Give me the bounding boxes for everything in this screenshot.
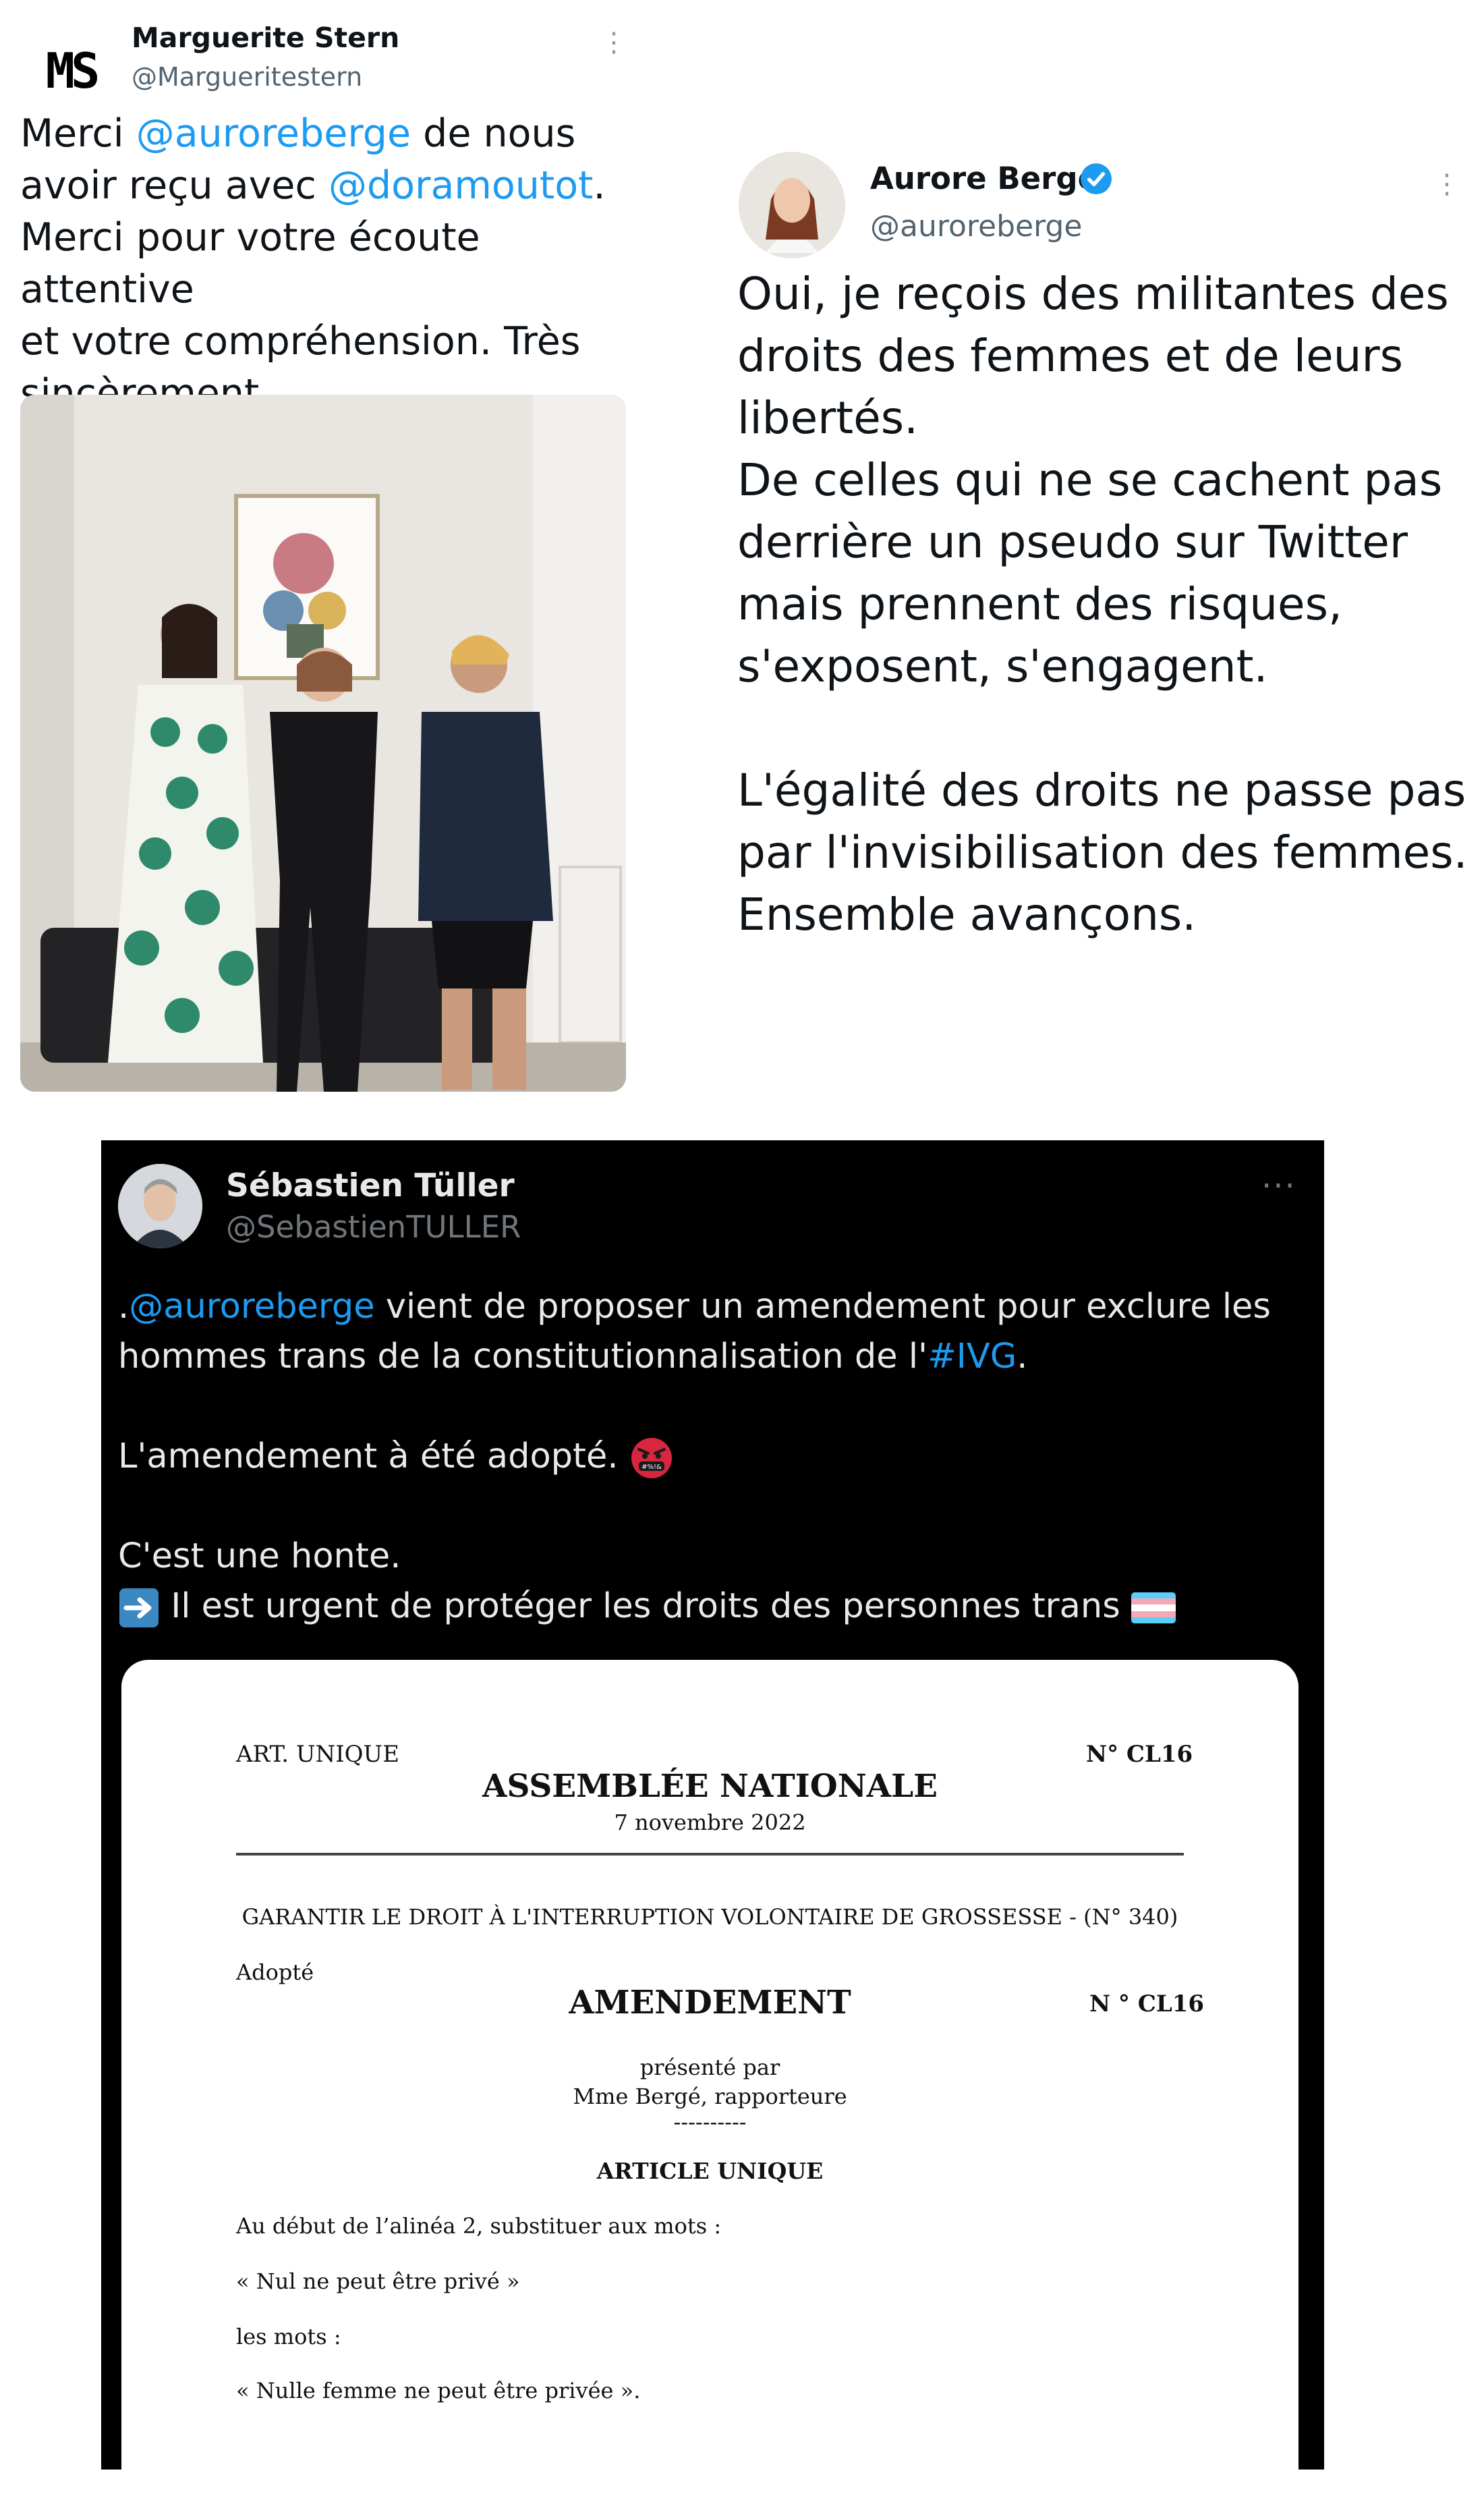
tweet-text-line: L'égalité des droits ne passe pas	[737, 764, 1466, 816]
doc-body-line: « Nulle femme ne peut être privée ».	[236, 2378, 641, 2403]
more-options-icon[interactable]: ···	[1261, 1167, 1296, 1205]
avatar[interactable]	[118, 1164, 202, 1248]
author-name[interactable]: Aurore Bergé	[870, 161, 1098, 196]
hashtag-link[interactable]: #IVG	[928, 1337, 1017, 1376]
tweet-text-line: Ensemble avançons.	[737, 889, 1197, 941]
tweet-text-segment: hommes trans de la constitutionnalisatio…	[118, 1337, 928, 1376]
tweet-card-dark: Sébastien Tüller @SebastienTULLER ··· .@…	[101, 1140, 1324, 2510]
tweet-photo[interactable]	[20, 395, 626, 1092]
doc-article: ARTICLE UNIQUE	[596, 2158, 824, 2184]
tweet-text-segment: L'amendement à été adopté.	[118, 1437, 619, 1476]
verified-badge-icon	[1081, 163, 1112, 194]
profile-photo-icon	[118, 1164, 202, 1248]
tweet-text-line: par l'invisibilisation des femmes.	[737, 827, 1468, 878]
tweet-text-line: C'est une honte.	[118, 1536, 401, 1576]
photo-three-women-icon	[20, 395, 626, 1092]
tweet-text-segment: de nous	[411, 111, 576, 156]
tweet-text-line: Merci pour votre écoute attentive	[20, 215, 480, 312]
doc-article-ref: ART. UNIQUE	[236, 1741, 400, 1768]
tweet-text-line	[737, 698, 1479, 760]
tweet-text-segment: avoir reçu avec	[20, 163, 329, 208]
doc-dashes: ----------	[673, 2109, 747, 2135]
more-options-icon[interactable]: ⋮	[600, 27, 627, 58]
tweet-text: .@auroreberge vient de proposer un amend…	[118, 1282, 1312, 1632]
tweet-text-segment: .	[1017, 1337, 1028, 1376]
more-options-icon[interactable]: ⋮	[1433, 169, 1460, 200]
tweet-text-line: et votre compréhension. Très	[20, 319, 581, 364]
doc-body-line: Au début de l’alinéa 2, substituer aux m…	[236, 2213, 722, 2239]
mention-link[interactable]: @auroreberge	[129, 1287, 374, 1327]
tweet-text-line: Oui, je reçois des militantes des	[737, 268, 1449, 320]
tweet-text-segment: Il est urgent de protéger les droits des…	[171, 1586, 1120, 1626]
author-handle[interactable]: @SebastienTULLER	[226, 1209, 521, 1245]
avatar[interactable]	[739, 152, 845, 258]
tweet-text: Merci @auroreberge de nous avoir reçu av…	[20, 108, 654, 420]
doc-assembly: ASSEMBLÉE NATIONALE	[482, 1768, 938, 1805]
amendment-document-image[interactable]: ART. UNIQUE N° CL16 ASSEMBLÉE NATIONALE …	[121, 1660, 1298, 2510]
tweet-text: Oui, je reçois des militantes des droits…	[737, 263, 1479, 946]
profile-photo-icon	[739, 152, 845, 258]
tweet-text-segment: Merci	[20, 111, 136, 156]
doc-body-line: « Nul ne peut être privé »	[236, 2268, 520, 2294]
tweet-text-segment: vient de proposer un amendement pour exc…	[374, 1287, 1271, 1327]
doc-status: Adopté	[236, 1959, 314, 1985]
svg-text:#%!&: #%!&	[641, 1463, 662, 1471]
doc-number: N ° CL16	[1089, 1990, 1205, 2017]
tweet-text-line: droits des femmes et de leurs	[737, 330, 1404, 382]
doc-presented-by: présenté par	[639, 2055, 780, 2080]
mention-link[interactable]: @auroreberge	[136, 111, 411, 156]
right-arrow-emoji-icon	[119, 1588, 159, 1627]
doc-author: Mme Bergé, rapporteure	[573, 2084, 847, 2109]
tweet-text-line: De celles qui ne se cachent pas	[737, 454, 1443, 506]
doc-body-line: les mots :	[236, 2324, 341, 2349]
doc-number-top: N° CL16	[1086, 1741, 1193, 1768]
mention-link[interactable]: @doramoutot	[329, 163, 594, 208]
tweet-text-segment: .	[118, 1287, 130, 1327]
author-handle[interactable]: @auroreberge	[870, 209, 1082, 244]
doc-divider	[236, 1853, 1184, 1856]
author-name[interactable]: Sébastien Tüller	[226, 1167, 515, 1204]
doc-subject: GARANTIR LE DROIT À L'INTERRUPTION VOLON…	[241, 1904, 1178, 1930]
doc-date: 7 novembre 2022	[614, 1810, 806, 1835]
tweet-text-line: libertés.	[737, 392, 919, 444]
tweet-text-segment: .	[593, 163, 606, 208]
angry-face-emoji-icon: #%!&	[631, 1438, 672, 1478]
author-handle[interactable]: @Margueritestern	[132, 62, 362, 92]
tweet-text-line: s'exposent, s'engagent.	[737, 640, 1268, 692]
author-name[interactable]: Marguerite Stern	[132, 22, 399, 54]
avatar[interactable]: MS	[20, 20, 121, 121]
transgender-flag-emoji-icon	[1131, 1592, 1176, 1623]
tweet-text-line: mais prennent des risques,	[737, 578, 1342, 630]
tweet-text-line: derrière un pseudo sur Twitter	[737, 516, 1408, 568]
